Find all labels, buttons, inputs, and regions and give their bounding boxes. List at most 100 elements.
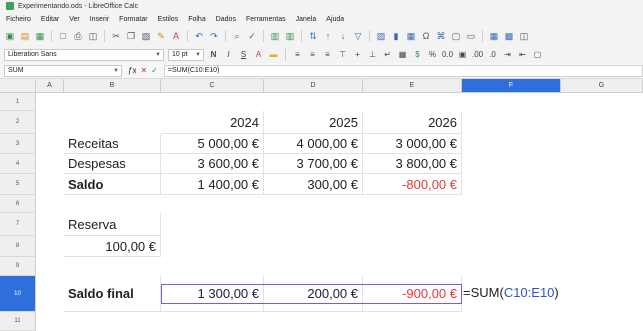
column-header-f[interactable]: F: [462, 79, 561, 93]
menu-data[interactable]: Dados: [216, 16, 236, 23]
delete-decimal-icon[interactable]: .0: [487, 50, 498, 59]
cell-c3[interactable]: 5 000,00 €: [161, 134, 264, 154]
cell-b8[interactable]: 100,00 €: [64, 236, 161, 257]
currency-format-icon[interactable]: $: [412, 50, 423, 59]
row-header-8[interactable]: 8: [0, 236, 36, 257]
cell-e4[interactable]: 3 800,00 €: [363, 154, 462, 174]
cell-c2[interactable]: 2024: [161, 111, 264, 134]
chevron-down-icon[interactable]: ▼: [155, 52, 163, 58]
font-name-box[interactable]: Liberation Sans ▼: [4, 48, 164, 61]
new-document-icon[interactable]: ▣: [4, 30, 16, 42]
cell-f10-editing[interactable]: =SUM(C10:E10): [463, 285, 559, 300]
cell-d4[interactable]: 3 700,00 €: [264, 154, 363, 174]
chevron-down-icon[interactable]: ▼: [113, 68, 121, 74]
align-top-icon[interactable]: ⊤: [337, 50, 348, 59]
menu-file[interactable]: Ficheiro: [6, 16, 31, 23]
cell-e10[interactable]: -900,00 €: [363, 276, 462, 312]
define-print-area-icon[interactable]: ▦: [488, 30, 500, 42]
cut-icon[interactable]: ✂: [110, 30, 122, 42]
freeze-rows-columns-icon[interactable]: ▩: [503, 30, 515, 42]
sort-ascending-icon[interactable]: ↑: [322, 30, 334, 42]
cell-d2[interactable]: 2025: [264, 111, 363, 134]
cell-d10[interactable]: 200,00 €: [264, 276, 363, 312]
cell-d5[interactable]: 300,00 €: [264, 174, 363, 195]
column-header-g[interactable]: G: [561, 79, 643, 93]
name-box[interactable]: SUM ▼: [4, 64, 122, 77]
clear-formatting-icon[interactable]: A: [170, 30, 182, 42]
menu-edit[interactable]: Editar: [41, 16, 59, 23]
split-window-icon[interactable]: ◫: [518, 30, 530, 42]
cell-e2[interactable]: 2026: [363, 111, 462, 134]
column-icon[interactable]: ▥: [284, 30, 296, 42]
highlight-color-icon[interactable]: ▬: [268, 50, 279, 59]
row-header-4[interactable]: 4: [0, 154, 36, 174]
date-format-icon[interactable]: ▣: [457, 50, 468, 59]
formula-input[interactable]: =SUM(C10:E10): [163, 64, 643, 77]
cell-d3[interactable]: 4 000,00 €: [264, 134, 363, 154]
insert-chart-icon[interactable]: ▮: [390, 30, 402, 42]
paste-icon[interactable]: ▧: [140, 30, 152, 42]
row-header-6[interactable]: 6: [0, 195, 36, 213]
menu-sheet[interactable]: Folha: [188, 16, 206, 23]
number-format-icon[interactable]: 0.0: [442, 50, 453, 59]
cell-b4[interactable]: Despesas: [64, 154, 161, 174]
find-replace-icon[interactable]: ⌕: [231, 30, 243, 42]
row-header-11[interactable]: 11: [0, 312, 36, 331]
cancel-icon[interactable]: ✕: [140, 66, 147, 75]
sort-descending-icon[interactable]: ↓: [337, 30, 349, 42]
menu-view[interactable]: Ver: [69, 16, 80, 23]
cell-c10[interactable]: 1 300,00 €: [161, 276, 264, 312]
spelling-icon[interactable]: ✓: [246, 30, 258, 42]
print-icon[interactable]: ⎙: [72, 30, 84, 42]
chevron-down-icon[interactable]: ▼: [195, 52, 203, 58]
align-middle-icon[interactable]: +: [352, 50, 363, 59]
column-header-a[interactable]: A: [36, 79, 64, 93]
hyperlink-icon[interactable]: ⌘: [435, 30, 447, 42]
special-character-icon[interactable]: Ω: [420, 30, 432, 42]
row-header-3[interactable]: 3: [0, 134, 36, 154]
column-header-c[interactable]: C: [161, 79, 264, 93]
wrap-text-icon[interactable]: ↵: [382, 50, 393, 59]
italic-icon[interactable]: I: [223, 50, 234, 59]
align-left-icon[interactable]: ≡: [292, 50, 303, 59]
menu-insert[interactable]: Inserir: [90, 16, 109, 23]
column-header-b[interactable]: B: [64, 79, 161, 93]
save-icon[interactable]: ▦: [34, 30, 46, 42]
function-wizard-icon[interactable]: ƒx: [128, 66, 136, 75]
cell-e5[interactable]: -800,00 €: [363, 174, 462, 195]
print-preview-icon[interactable]: ◫: [87, 30, 99, 42]
undo-icon[interactable]: ↶: [193, 30, 205, 42]
menu-window[interactable]: Janela: [296, 16, 317, 23]
row-header-2[interactable]: 2: [0, 111, 36, 134]
column-header-d[interactable]: D: [264, 79, 363, 93]
bold-icon[interactable]: N: [208, 50, 219, 59]
cell-b3[interactable]: Receitas: [64, 134, 161, 154]
pivot-table-icon[interactable]: ▦: [405, 30, 417, 42]
menu-help[interactable]: Ajuda: [326, 16, 344, 23]
increase-indent-icon[interactable]: ⇥: [502, 50, 513, 59]
autofilter-icon[interactable]: ▽: [352, 30, 364, 42]
copy-icon[interactable]: ❐: [125, 30, 137, 42]
cell-c5[interactable]: 1 400,00 €: [161, 174, 264, 195]
open-icon[interactable]: ▤: [19, 30, 31, 42]
align-right-icon[interactable]: ≡: [322, 50, 333, 59]
menu-format[interactable]: Formatar: [119, 16, 147, 23]
cell-c4[interactable]: 3 600,00 €: [161, 154, 264, 174]
cell-e3[interactable]: 3 000,00 €: [363, 134, 462, 154]
cell-b10[interactable]: Saldo final: [64, 276, 161, 312]
percent-format-icon[interactable]: %: [427, 50, 438, 59]
column-header-e[interactable]: E: [363, 79, 462, 93]
row-header-1[interactable]: 1: [0, 93, 36, 111]
add-decimal-icon[interactable]: .00: [472, 50, 483, 59]
decrease-indent-icon[interactable]: ⇤: [517, 50, 528, 59]
headers-footers-icon[interactable]: ▭: [465, 30, 477, 42]
cell-b5[interactable]: Saldo: [64, 174, 161, 195]
row-header-9[interactable]: 9: [0, 257, 36, 276]
merge-cells-icon[interactable]: ▦: [397, 50, 408, 59]
row-header-10[interactable]: 10: [0, 276, 36, 312]
row-header-5[interactable]: 5: [0, 174, 36, 195]
redo-icon[interactable]: ↷: [208, 30, 220, 42]
menu-tools[interactable]: Ferramentas: [246, 16, 286, 23]
menu-styles[interactable]: Estilos: [158, 16, 179, 23]
cell-b7[interactable]: Reserva: [64, 213, 161, 236]
